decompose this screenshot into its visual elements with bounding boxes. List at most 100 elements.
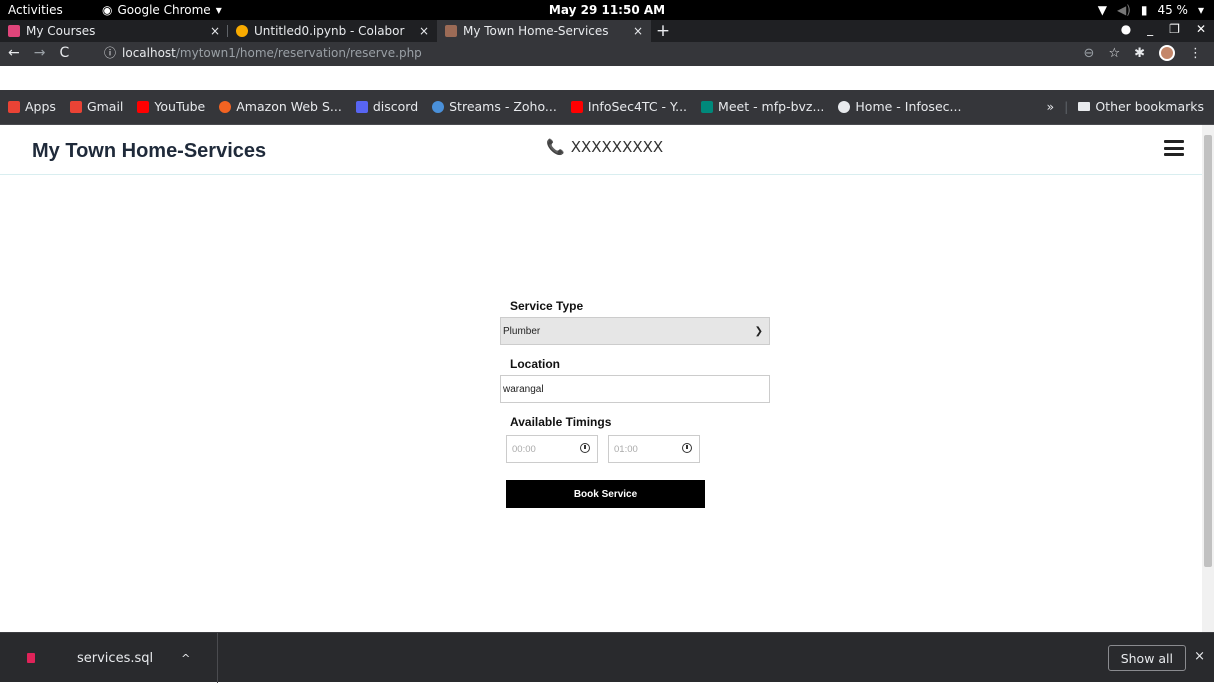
system-tray[interactable]: ▼ ◀) ▮ 45 % ▾ xyxy=(1098,3,1204,17)
clock-icon[interactable] xyxy=(682,443,692,453)
download-item[interactable]: services.sql ^ xyxy=(0,633,218,683)
page-viewport: My Town Home-Services 📞 XXXXXXXXX Servic… xyxy=(0,125,1214,632)
tab-list: My Courses × Untitled0.ipynb - Colabor ×… xyxy=(0,20,675,42)
close-tab-icon[interactable]: × xyxy=(419,24,429,38)
bookmark-apps[interactable]: Apps xyxy=(8,99,56,114)
tab-favicon-icon xyxy=(445,25,457,37)
wifi-icon: ▼ xyxy=(1097,3,1107,17)
timings-label: Available Timings xyxy=(510,415,612,429)
bookmark-infosec-home[interactable]: Home - Infosec... xyxy=(838,99,961,114)
bookmark-label: discord xyxy=(372,99,419,114)
window-controls: ● _ ❐ ✕ xyxy=(1121,22,1206,36)
forward-icon[interactable]: → xyxy=(34,45,46,61)
bookmark-label: Gmail xyxy=(86,99,124,114)
tab-my-courses[interactable]: My Courses × xyxy=(0,20,228,42)
bookmark-list: Apps Gmail YouTube Amazon Web S... disco… xyxy=(8,99,961,114)
divider: | xyxy=(1064,99,1069,114)
phone-number: XXXXXXXXX xyxy=(570,138,664,156)
info-icon[interactable]: ⓘ xyxy=(104,44,116,61)
bookmarks-overflow-button[interactable]: » xyxy=(1046,99,1054,114)
tab-title: My Town Home-Services xyxy=(463,24,609,38)
zoom-icon[interactable]: ⊖ xyxy=(1084,46,1095,61)
tab-favicon-icon xyxy=(8,25,20,37)
site-brand[interactable]: My Town Home-Services xyxy=(32,140,266,163)
service-type-select[interactable]: Plumber ❯ xyxy=(500,317,770,345)
service-type-value: Plumber xyxy=(503,325,541,337)
close-icon[interactable]: × xyxy=(1194,649,1205,664)
close-window-icon[interactable]: ✕ xyxy=(1196,22,1206,36)
close-tab-icon[interactable]: × xyxy=(633,24,643,38)
location-value: warangal xyxy=(503,383,544,395)
toolbar-actions: ⊖ ☆ ✱ ⋮ xyxy=(1084,45,1202,61)
zoho-icon xyxy=(432,100,445,113)
extensions-icon[interactable]: ✱ xyxy=(1134,46,1145,61)
page-scrollbar[interactable] xyxy=(1202,125,1214,632)
tab-favicon-icon xyxy=(236,25,248,37)
new-tab-button[interactable]: + xyxy=(651,20,675,42)
tab-search-icon[interactable]: ● xyxy=(1121,22,1131,36)
contact-phone: 📞 XXXXXXXXX xyxy=(546,138,663,156)
close-tab-icon[interactable]: × xyxy=(210,24,220,38)
hamburger-menu-icon[interactable] xyxy=(1164,140,1184,156)
bookmark-label: Apps xyxy=(25,99,56,114)
bookmark-label: Home - Infosec... xyxy=(855,99,962,114)
tab-title: My Courses xyxy=(26,24,96,38)
reservation-form: Service Type Plumber ❯ Location warangal… xyxy=(500,299,770,508)
volume-icon: ◀) xyxy=(1116,3,1131,17)
tab-my-town[interactable]: My Town Home-Services × xyxy=(437,20,651,42)
chevron-up-icon[interactable]: ^ xyxy=(181,652,190,665)
bookmark-meet[interactable]: Meet - mfp-bvz... xyxy=(701,99,824,114)
time-to-input[interactable]: 01:00 xyxy=(608,435,700,463)
bookmarks-right: » | Other bookmarks xyxy=(1046,99,1204,114)
service-type-label: Service Type xyxy=(510,299,584,313)
file-icon xyxy=(27,653,35,663)
bookmark-label: YouTube xyxy=(154,99,206,114)
bookmarks-bar: Apps Gmail YouTube Amazon Web S... disco… xyxy=(0,90,1214,125)
show-all-button[interactable]: Show all xyxy=(1107,645,1186,671)
download-shelf: services.sql ^ Show all × xyxy=(0,632,1214,683)
tab-title: Untitled0.ipynb - Colabor xyxy=(254,24,405,38)
star-icon[interactable]: ☆ xyxy=(1108,46,1120,61)
profile-avatar[interactable] xyxy=(1159,45,1175,61)
scrollbar-thumb[interactable] xyxy=(1204,135,1212,567)
location-label: Location xyxy=(510,357,560,371)
browser-toolbar: ← → C ⓘ localhost/mytown1/home/reservati… xyxy=(0,42,1214,66)
bookmark-youtube[interactable]: YouTube xyxy=(137,99,205,114)
clock[interactable]: May 29 11:50 AM xyxy=(0,3,1214,17)
bookmark-label: Meet - mfp-bvz... xyxy=(718,99,825,114)
minimize-icon[interactable]: _ xyxy=(1147,22,1153,36)
discord-icon xyxy=(355,100,368,113)
site-header: My Town Home-Services 📞 XXXXXXXXX xyxy=(0,125,1202,175)
meet-icon xyxy=(701,100,714,113)
time-to-value: 01:00 xyxy=(614,443,638,455)
book-service-button[interactable]: Book Service xyxy=(506,480,705,508)
bookmark-aws[interactable]: Amazon Web S... xyxy=(219,99,342,114)
system-top-bar: Activities ◉ Google Chrome ▾ May 29 11:5… xyxy=(0,0,1214,20)
bookmark-infosec4tc[interactable]: InfoSec4TC - Y... xyxy=(570,99,688,114)
reload-icon[interactable]: C xyxy=(59,45,69,61)
bookmark-zoho[interactable]: Streams - Zoho... xyxy=(432,99,557,114)
time-from-value: 00:00 xyxy=(512,443,536,455)
other-bookmarks[interactable]: Other bookmarks xyxy=(1078,99,1204,114)
nav-buttons: ← → C xyxy=(8,45,69,61)
chevron-down-icon: ▾ xyxy=(1197,3,1204,17)
clock-icon[interactable] xyxy=(580,443,590,453)
address-bar[interactable]: ⓘ localhost/mytown1/home/reservation/res… xyxy=(104,44,422,61)
youtube-icon xyxy=(137,100,150,113)
back-icon[interactable]: ← xyxy=(8,45,20,61)
bookmark-label: InfoSec4TC - Y... xyxy=(587,99,688,114)
globe-icon xyxy=(838,100,851,113)
location-input[interactable]: warangal xyxy=(500,375,770,403)
battery-percent: 45 % xyxy=(1157,3,1188,17)
bookmark-gmail[interactable]: Gmail xyxy=(69,99,124,114)
time-from-input[interactable]: 00:00 xyxy=(506,435,598,463)
tab-colab[interactable]: Untitled0.ipynb - Colabor × xyxy=(228,20,437,42)
battery-icon: ▮ xyxy=(1140,3,1148,17)
download-filename: services.sql xyxy=(77,650,154,666)
youtube-icon xyxy=(570,100,583,113)
timings-row: 00:00 01:00 xyxy=(506,435,770,463)
url-path: /mytown1/home/reservation/reserve.php xyxy=(175,45,422,60)
menu-kebab-icon[interactable]: ⋮ xyxy=(1189,46,1202,61)
restore-icon[interactable]: ❐ xyxy=(1169,22,1180,36)
bookmark-discord[interactable]: discord xyxy=(355,99,419,114)
